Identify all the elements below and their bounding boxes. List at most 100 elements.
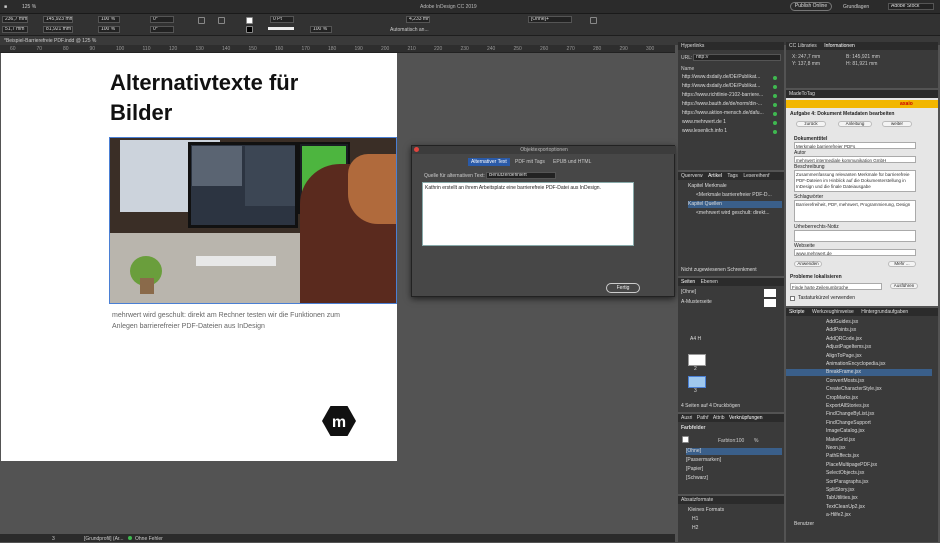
- problem-select[interactable]: Finde harte Zeilenumbrüche: [790, 283, 882, 290]
- y-field[interactable]: 51,7 mm: [2, 26, 28, 33]
- hyperlink-row[interactable]: https://www.richtlinie-2102-barriere...: [682, 92, 768, 99]
- script-item[interactable]: FindChangeByList.jsx: [786, 411, 932, 418]
- script-item[interactable]: SplitStory.jsx: [786, 487, 932, 494]
- script-item[interactable]: PathEffects.jsx: [786, 453, 932, 460]
- workspace-switcher[interactable]: Grundlagen: [843, 4, 869, 10]
- tab-attributes[interactable]: Attrib: [713, 415, 725, 421]
- page-thumbnail[interactable]: [688, 354, 706, 366]
- script-item[interactable]: TextCleanUp2.jsx: [786, 504, 932, 511]
- author-field[interactable]: mehrwert intermediale kommunikation GmbH: [794, 156, 916, 163]
- article-item[interactable]: <mehrwert wird geschult: direkt...: [696, 210, 782, 217]
- script-item[interactable]: SortParagraphs.jsx: [786, 479, 932, 486]
- script-item[interactable]: Neon.jsx: [786, 445, 932, 452]
- script-item[interactable]: ExportAllStories.jsx: [786, 403, 932, 410]
- tab-links[interactable]: Verknüpfungen: [729, 415, 763, 421]
- tab-pdf-tags[interactable]: PDF mit Tags: [512, 158, 548, 166]
- tab-pages[interactable]: Seiten: [681, 279, 695, 285]
- article-item[interactable]: Kapitel Merkmale: [688, 183, 782, 190]
- hyperlink-row[interactable]: www.lesenlich.info 1: [682, 128, 768, 135]
- hyperlink-row[interactable]: http://www.dsdaily.de/DE/Publikat...: [682, 74, 768, 81]
- script-item[interactable]: MakeGrid.jsx: [786, 437, 932, 444]
- script-item[interactable]: CropMarks.jsx: [786, 395, 932, 402]
- script-item[interactable]: a-Hilfe2.jsx: [786, 512, 932, 519]
- tab-epub-html[interactable]: EPUB und HTML: [550, 158, 594, 166]
- script-item[interactable]: CreateCharacterStyle.jsx: [786, 386, 932, 393]
- para-style-row[interactable]: H1: [692, 516, 782, 523]
- tab-scripts[interactable]: Skripte: [789, 309, 805, 315]
- tab-pathfinder[interactable]: Pathf: [697, 415, 709, 421]
- tab-tool-hints[interactable]: Werkzeughinweise: [812, 309, 854, 315]
- swatch-row[interactable]: [Passermarken]: [686, 457, 782, 464]
- stroke-weight-field[interactable]: 0 Pt: [270, 16, 294, 23]
- auto-fit-checkbox[interactable]: Automatisch an...: [390, 27, 429, 33]
- photo-frame[interactable]: [109, 137, 397, 304]
- keywords-field[interactable]: Barrierefreiheit, PDF, mehrwert, Program…: [794, 200, 916, 222]
- tint-value[interactable]: 100: [736, 438, 744, 444]
- style-panel-icon[interactable]: [590, 17, 597, 24]
- shortcut-checkbox[interactable]: [790, 296, 795, 301]
- script-item[interactable]: ImageCatalog.jsx: [786, 428, 932, 435]
- article-item[interactable]: <Merkmale barrierefreier PDF-D...: [696, 192, 782, 199]
- doc-title-field[interactable]: Merkmale barrierefreier PDFs: [794, 142, 916, 149]
- tab-articles[interactable]: Artikel: [708, 173, 722, 179]
- object-style-select[interactable]: [Ohne]+: [528, 16, 572, 23]
- script-item[interactable]: AddQRCode.jsx: [786, 336, 932, 343]
- copyright-field[interactable]: [794, 230, 916, 242]
- alt-source-select[interactable]: Benutzerdefiniert: [486, 172, 556, 179]
- page-thumbnail[interactable]: [688, 376, 706, 388]
- guide-button[interactable]: Anleitung: [838, 121, 872, 127]
- hyperlink-row[interactable]: www.mehrwert.de 1: [682, 119, 768, 126]
- tab-alt-text[interactable]: Alternativer Text: [468, 158, 510, 166]
- script-item[interactable]: AlignToPage.jsx: [786, 353, 932, 360]
- script-item[interactable]: AddPoints.jsx: [786, 327, 932, 334]
- opacity-field[interactable]: 100 %: [310, 26, 332, 33]
- script-item[interactable]: AddGuides.jsx: [786, 319, 932, 326]
- back-button[interactable]: zurück: [796, 121, 826, 127]
- close-icon[interactable]: [414, 147, 419, 152]
- flip-icon[interactable]: [218, 17, 225, 24]
- hyperlink-row[interactable]: https://www.bauth.de/de/norm/din-...: [682, 101, 768, 108]
- tab-cc-libraries[interactable]: CC Libraries: [789, 43, 817, 49]
- fill-swatch-icon[interactable]: [246, 17, 253, 24]
- fill-stroke-icon[interactable]: [682, 436, 689, 443]
- description-field[interactable]: Zusammenfassung relevanten Merkmale für …: [794, 170, 916, 192]
- user-scripts-folder[interactable]: Benutzer: [794, 521, 894, 528]
- swatch-row[interactable]: [Ohne]: [686, 448, 782, 455]
- height-field[interactable]: 81,921 mm: [43, 26, 73, 33]
- hyperlink-row[interactable]: https://www.aktion-mensch.de/dafu...: [682, 110, 768, 117]
- tab-layers[interactable]: Ebenen: [701, 279, 718, 285]
- para-style-row[interactable]: H2: [692, 525, 782, 532]
- script-item[interactable]: SelectObjects.jsx: [786, 470, 932, 477]
- tab-information[interactable]: Informationen: [824, 43, 855, 49]
- offset-field[interactable]: 4,233 mm: [406, 16, 430, 23]
- document-tab[interactable]: *Beispiel-Barrierefreie PDF.indd @ 125 %: [4, 38, 96, 44]
- script-item[interactable]: AdjustPageItems.jsx: [786, 344, 932, 351]
- run-button[interactable]: Ausführen: [890, 283, 918, 289]
- tab-cross-ref[interactable]: Querverw: [681, 173, 703, 179]
- home-icon[interactable]: ■: [4, 4, 7, 10]
- script-item[interactable]: FindChangeSupport: [786, 420, 932, 427]
- next-button[interactable]: weiter: [882, 121, 912, 127]
- publish-online-button[interactable]: Publish Online: [790, 2, 832, 11]
- rotation-field[interactable]: 0°: [150, 16, 174, 23]
- para-style-row[interactable]: Kleines Formats: [688, 507, 778, 514]
- stroke-style-preview[interactable]: [268, 27, 294, 30]
- swatch-row[interactable]: [Papier]: [686, 466, 782, 473]
- more-button[interactable]: Mehr ...: [888, 261, 916, 267]
- zoom-level[interactable]: 125 %: [22, 4, 36, 10]
- tab-align[interactable]: Ausri: [681, 415, 692, 421]
- scale-x-field[interactable]: 100 %: [98, 16, 120, 23]
- stroke-swatch-icon[interactable]: [246, 26, 253, 33]
- tab-background-tasks[interactable]: Hintergrundaufgaben: [861, 309, 908, 315]
- stock-search-input[interactable]: Adobe Stock: [888, 3, 934, 10]
- hyperlink-row[interactable]: http://www.dsdaily.de/DE/Publikat...: [682, 83, 768, 90]
- width-field[interactable]: 145,923 mm: [43, 16, 73, 23]
- script-item[interactable]: TabUtilities.jsx: [786, 495, 932, 502]
- master-thumbnail[interactable]: [764, 299, 776, 307]
- rotate-icon[interactable]: [198, 17, 205, 24]
- none-master[interactable]: [Ohne]: [681, 289, 731, 296]
- script-item[interactable]: PlaceMultipagePDF.jsx: [786, 462, 932, 469]
- tab-tags[interactable]: Tags: [727, 173, 738, 179]
- website-field[interactable]: www.mehrwert.de: [794, 249, 916, 256]
- master-thumbnail[interactable]: [764, 289, 776, 297]
